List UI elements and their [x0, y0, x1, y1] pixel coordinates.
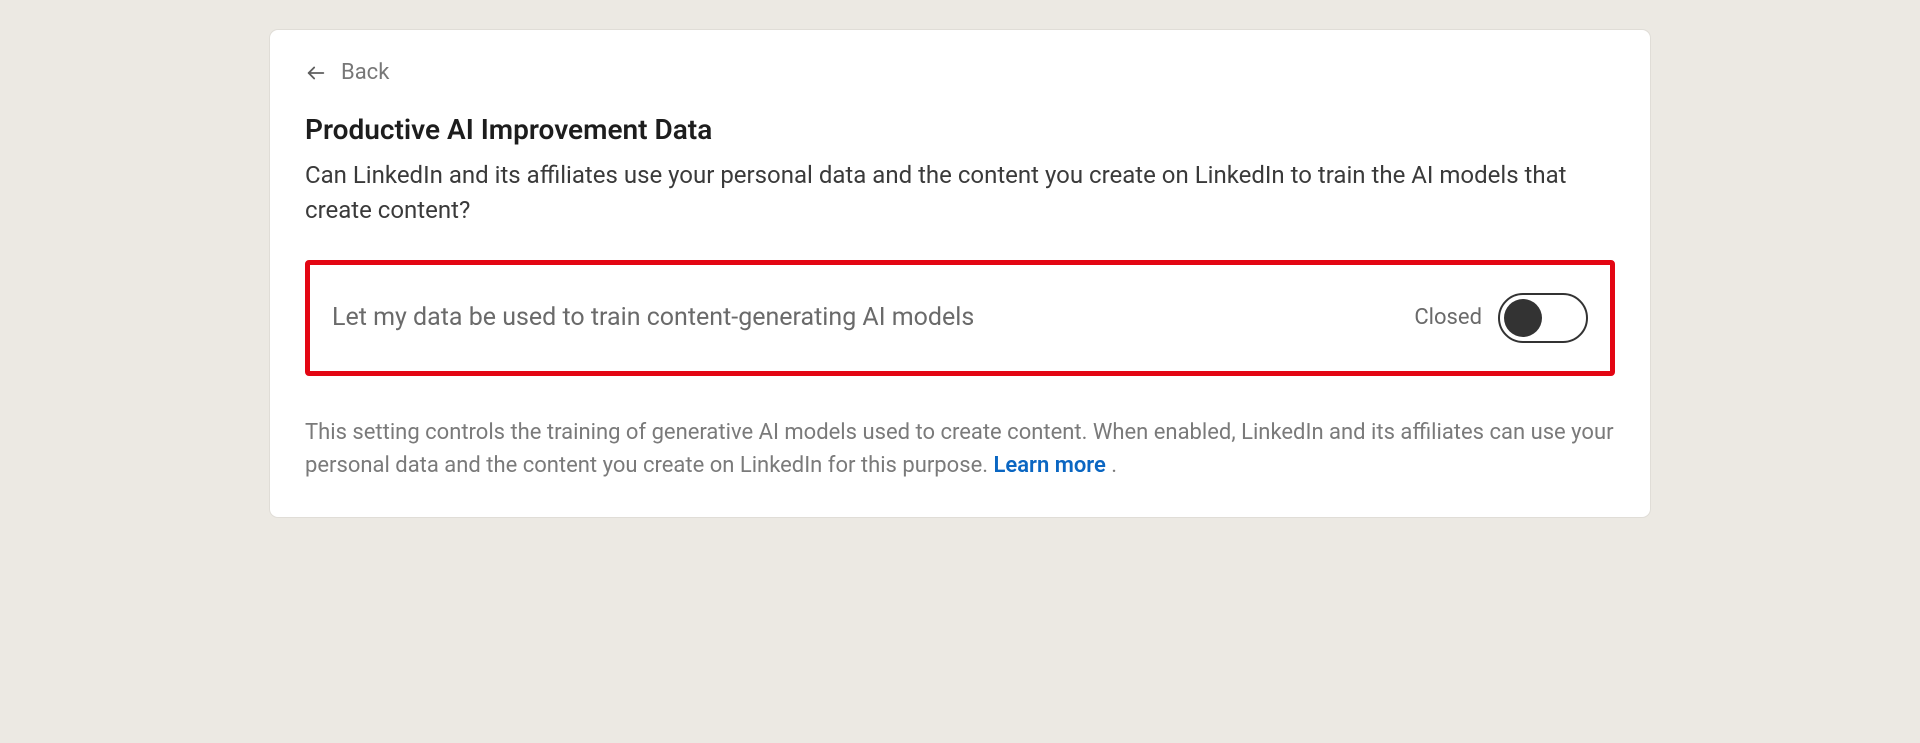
footer-punctuation: . — [1106, 453, 1117, 478]
toggle-status-text: Closed — [1414, 305, 1482, 330]
back-button[interactable]: Back — [305, 60, 1615, 85]
arrow-left-icon — [305, 62, 327, 84]
page-description: Can LinkedIn and its affiliates use your… — [305, 158, 1615, 228]
settings-card: Back Productive AI Improvement Data Can … — [270, 30, 1650, 517]
toggle-switch[interactable] — [1498, 293, 1588, 343]
learn-more-link[interactable]: Learn more — [994, 453, 1106, 478]
back-label: Back — [341, 60, 389, 85]
footer-explanation: This setting controls the training of ge… — [305, 416, 1615, 482]
footer-explanation-text: This setting controls the training of ge… — [305, 420, 1614, 478]
toggle-setting-row: Let my data be used to train content-gen… — [305, 260, 1615, 376]
toggle-label: Let my data be used to train content-gen… — [332, 303, 974, 332]
toggle-knob — [1504, 299, 1542, 337]
toggle-control-group: Closed — [1414, 293, 1588, 343]
page-title: Productive AI Improvement Data — [305, 113, 1615, 146]
